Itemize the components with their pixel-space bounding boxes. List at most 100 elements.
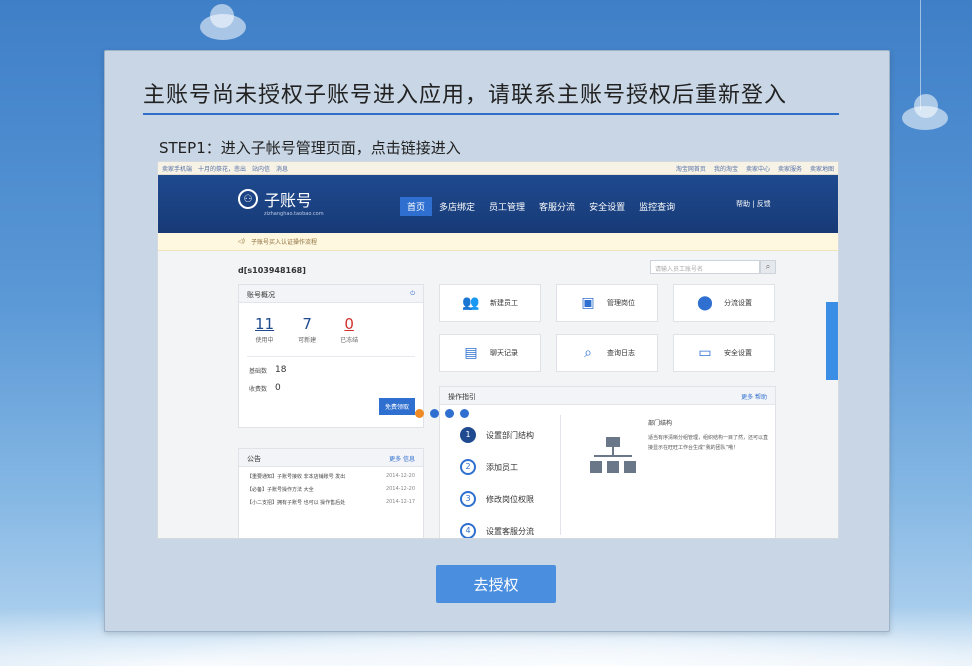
tile-new-employee: 👥 新建员工: [439, 284, 541, 322]
tile-security-settings: ▭ 安全设置: [673, 334, 775, 372]
background-line: [920, 0, 921, 110]
basic-count-value: 18: [275, 365, 287, 375]
subaccount-logo-icon: ⚇: [238, 189, 258, 209]
tile-label: 聊天记录: [490, 349, 518, 357]
tile-chat-logs: ▤ 聊天记录: [439, 334, 541, 372]
tile-query-logs: ⌕ 查询日志: [556, 334, 658, 372]
tile-manage-positions: ▣ 管理岗位: [556, 284, 658, 322]
authorization-dialog: 主账号尚未授权子账号进入应用，请联系主账号授权后重新登入 STEP1：进入子帐号…: [104, 50, 890, 632]
topbar-link: 淘宝网首页: [675, 165, 706, 173]
tile-label: 分流设置: [724, 299, 752, 307]
card-header: 操作指引 更多 帮助: [440, 387, 775, 405]
card-title: 公告: [247, 455, 261, 463]
stat-value: 7: [302, 315, 312, 333]
guide-desc-title: 部门结构: [648, 420, 673, 427]
topbar-link: 消息: [276, 165, 289, 173]
card-header: 公告 更多 信息: [239, 449, 423, 467]
authorize-button[interactable]: 去授权: [436, 565, 556, 603]
carousel-indicators: [415, 409, 469, 418]
dialog-title: 主账号尚未授权子账号进入应用，请联系主账号授权后重新登入: [143, 83, 788, 108]
guide-description: 部门结构 适当有序清晰分组管理，组织结构一目了然，还可以直接显示在旺旺工作台生成…: [648, 419, 768, 453]
topbar-link: 卖家中心: [745, 165, 770, 173]
background-cloud: [902, 94, 948, 130]
side-float-tab: [826, 302, 838, 380]
nav-item: 客服分流: [539, 203, 576, 213]
announcement-row: 【重要通知】子账号接收 非本店铺账号 发出 2014-12-20: [239, 467, 423, 480]
stat-label: 可新建: [298, 337, 317, 344]
notice-text: 子账号买入认证操作流程: [250, 239, 317, 246]
stat-frozen: 0 已冻结: [340, 315, 358, 344]
carousel-dot[interactable]: [445, 409, 454, 418]
subaccount-logo: ⚇ 子账号: [238, 187, 312, 211]
screenshot-nav-menu: 首页 多店绑定 员工管理 客服分流 安全设置 监控查询: [400, 197, 682, 216]
tile-label: 查询日志: [607, 349, 635, 357]
nav-item: 安全设置: [589, 203, 626, 213]
topbar-link: 卖家服务: [777, 165, 802, 173]
announcement-text: 【小二支招】拥有子账号 也可以 操作售后处: [247, 500, 346, 506]
basic-count-label: 基础数: [249, 367, 268, 375]
nav-item: 监控查询: [639, 203, 676, 213]
carousel-dot[interactable]: [415, 409, 424, 418]
nav-item: 首页: [400, 197, 433, 216]
announcement-row: 【小二支招】拥有子账号 也可以 操作售后处 2014-12-17: [239, 493, 423, 506]
topbar-link: 站内信: [252, 165, 271, 173]
title-divider: [143, 113, 839, 115]
announcement-date: 2014-12-17: [385, 499, 415, 505]
free-claim-button: 免费领取: [378, 398, 415, 415]
step-number: 2: [460, 459, 476, 475]
carousel-dot[interactable]: [460, 409, 469, 418]
announcements-card: 公告 更多 信息 【重要通知】子账号接收 非本店铺账号 发出 2014-12-2…: [238, 448, 424, 538]
split-icon: ⬤: [697, 295, 713, 311]
guide-step: 1 设置部门结构: [460, 419, 534, 451]
nav-item: 多店绑定: [439, 203, 476, 213]
stat-in-use: 11 使用中: [255, 315, 274, 344]
step-label: STEP1：进入子帐号管理页面，点击链接进入: [159, 139, 461, 157]
screenshot-navbar: ⚇ 子账号 zizhanghao.taobao.com 首页 多店绑定 员工管理…: [158, 175, 838, 233]
background-cloud: [200, 4, 246, 40]
search-icon: ⌕: [584, 345, 592, 361]
paid-count-label: 收费数: [249, 385, 268, 393]
basic-count: 基础数 18: [239, 365, 423, 375]
speaker-icon: ◁): [238, 238, 245, 245]
topbar-link: 十月的祭花，悲出: [198, 165, 247, 173]
announcement-text: 【必备】子账号操作方法 大全: [247, 487, 314, 493]
step-label: 设置客服分流: [486, 526, 534, 536]
password-icon: ▭: [698, 345, 712, 361]
stat-label: 使用中: [255, 337, 274, 344]
operation-guide-card: 操作指引 更多 帮助 1 设置部门结构 2 添加员工 3 修改岗位权限 4 设置…: [439, 386, 776, 538]
stat-value: 0: [344, 315, 354, 333]
card-title: 账号概况: [247, 291, 275, 299]
topbar-link: 我的淘宝: [713, 165, 738, 173]
logo-name: 子账号: [264, 191, 313, 210]
power-icon: ⏻: [410, 290, 415, 297]
logo-domain: zizhanghao.taobao.com: [264, 211, 324, 217]
step-number: 4: [460, 523, 476, 538]
step-number: 1: [460, 427, 476, 443]
search-icon: ⌕: [760, 260, 776, 274]
announcement-row: 【必备】子账号操作方法 大全 2014-12-20: [239, 480, 423, 493]
tile-label: 新建员工: [490, 299, 518, 307]
topbar-link: 卖家手机端: [162, 165, 193, 173]
nav-item: 员工管理: [489, 203, 526, 213]
carousel-dot[interactable]: [430, 409, 439, 418]
paid-count-value: 0: [275, 383, 281, 393]
tile-label: 管理岗位: [607, 299, 635, 307]
screenshot-topbar: 卖家手机端 十月的祭花，悲出 站内信 消息 淘宝网首页 我的淘宝 卖家中心 卖家…: [158, 162, 838, 175]
announcement-text: 【重要通知】子账号接收 非本店铺账号 发出: [247, 474, 346, 480]
guide-step: 4 设置客服分流: [460, 515, 534, 538]
people-icon: 👥: [462, 295, 480, 311]
card-title: 操作指引: [448, 393, 476, 401]
announcement-date: 2014-12-20: [385, 473, 415, 479]
step-label: 修改岗位权限: [486, 494, 534, 504]
guide-step: 2 添加员工: [460, 451, 534, 483]
stat-available: 7 可新建: [298, 315, 316, 344]
more-link: 更多 信息: [389, 456, 415, 463]
tile-label: 安全设置: [724, 349, 752, 357]
topbar-link: 卖家地图: [809, 165, 834, 173]
guide-desc-text: 适当有序清晰分组管理，组织结构一目了然，还可以直接显示在旺旺工作台生成“我的团队…: [648, 435, 769, 451]
employee-search-input: 请输入员工账号名: [650, 260, 760, 274]
org-chart-icon: [590, 437, 636, 477]
stat-value: 11: [255, 315, 275, 333]
card-header: 账号概况 ⏻: [239, 285, 423, 303]
announcement-date: 2014-12-20: [385, 486, 415, 492]
